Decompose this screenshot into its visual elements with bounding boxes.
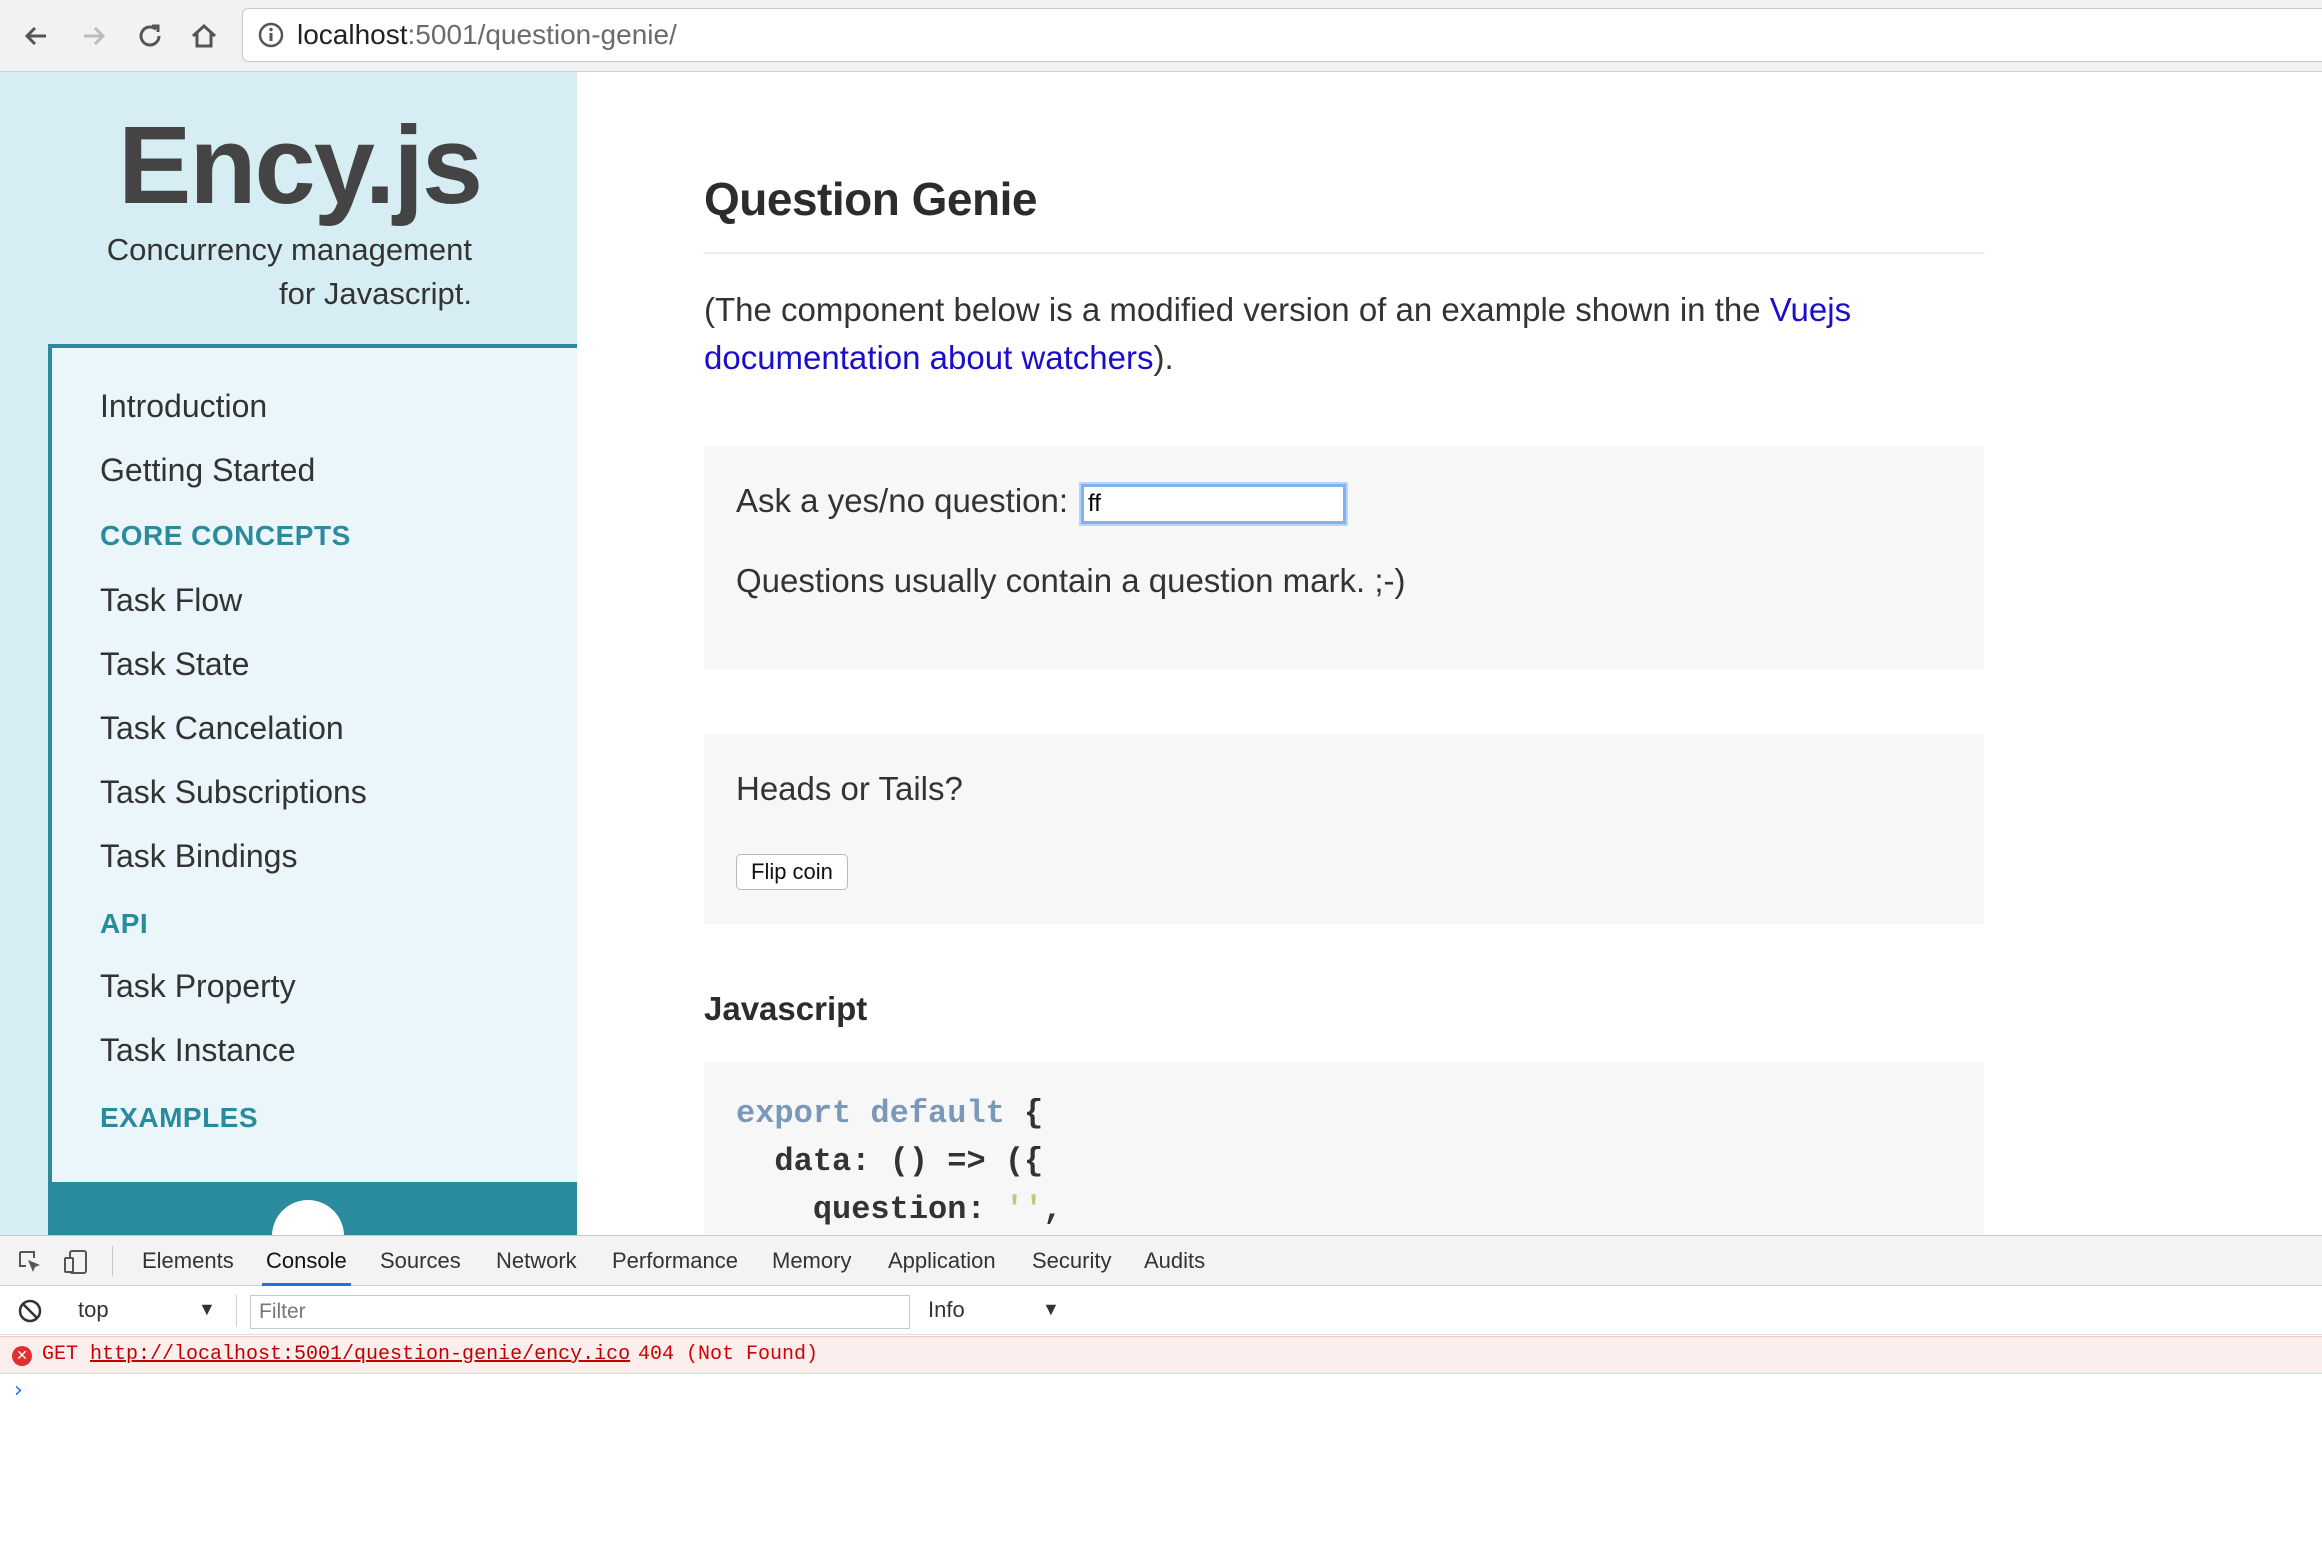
sidebar-item-introduction[interactable]: Introduction <box>100 388 267 425</box>
tab-console[interactable]: Console <box>262 1236 351 1286</box>
devtools-panel: Elements Console Sources Network Perform… <box>0 1235 2322 1548</box>
sidebar-section-examples: EXAMPLES <box>100 1102 259 1133</box>
context-dropdown-icon[interactable]: ▼ <box>198 1299 216 1320</box>
error-url-link[interactable]: http://localhost:5001/question-genie/enc… <box>90 1337 630 1373</box>
devtools-separator <box>112 1246 113 1276</box>
context-selector[interactable]: top <box>78 1297 109 1323</box>
sidebar-nav: Introduction Getting Started CORE CONCEP… <box>48 344 577 1235</box>
question-input[interactable] <box>1081 484 1346 524</box>
filter-separator <box>236 1295 237 1327</box>
brand-subtitle: Concurrency management for Javascript. <box>60 228 472 316</box>
tab-performance[interactable]: Performance <box>608 1236 742 1286</box>
question-answer: Questions usually contain a question mar… <box>736 562 1406 599</box>
sidebar-section-core-concepts: CORE CONCEPTS <box>100 520 351 551</box>
browser-toolbar: localhost:5001/question-genie/ <box>0 0 2322 72</box>
coin-label: Heads or Tails? <box>736 770 963 807</box>
sidebar-item-task-subscriptions[interactable]: Task Subscriptions <box>100 774 367 811</box>
tab-security[interactable]: Security <box>1028 1236 1115 1286</box>
error-status: 404 (Not Found) <box>638 1343 819 1366</box>
tab-memory[interactable]: Memory <box>768 1236 855 1286</box>
sidebar-item-task-instance[interactable]: Task Instance <box>100 1032 296 1069</box>
console-prompt[interactable]: › <box>14 1378 23 1403</box>
home-button[interactable] <box>182 14 226 58</box>
page-title: Question Genie <box>704 173 1037 225</box>
code-keyword: export default <box>736 1095 1005 1132</box>
code-line-3-pre: question: <box>736 1191 1005 1228</box>
github-icon[interactable] <box>272 1200 344 1235</box>
device-toolbar-icon[interactable] <box>62 1248 90 1276</box>
tab-sources[interactable]: Sources <box>376 1236 465 1286</box>
brand-subtitle-line2: for Javascript. <box>279 276 472 311</box>
reload-button[interactable] <box>128 14 172 58</box>
brand-subtitle-line1: Concurrency management <box>106 232 472 267</box>
home-icon <box>191 23 217 48</box>
sidebar-footer <box>50 1182 577 1235</box>
arrow-right-icon <box>84 26 106 46</box>
error-icon: ✕ <box>12 1346 32 1366</box>
forward-button[interactable] <box>72 14 116 58</box>
reload-icon <box>139 24 161 47</box>
tab-application[interactable]: Application <box>884 1236 1000 1286</box>
sidebar-item-task-property[interactable]: Task Property <box>100 968 296 1005</box>
code-line-2: data: () => ({ <box>736 1143 1044 1180</box>
log-level-selector[interactable]: Info <box>928 1297 965 1323</box>
code-line-1-rest: { <box>1004 1095 1044 1132</box>
brand-title[interactable]: Ency.js <box>118 102 483 229</box>
code-text: export default { data: () => ({ question… <box>736 1090 1062 1234</box>
question-label: Ask a yes/no question: <box>736 482 1069 519</box>
sidebar-item-task-bindings[interactable]: Task Bindings <box>100 838 297 875</box>
sidebar-item-task-flow[interactable]: Task Flow <box>100 582 242 619</box>
url-text: localhost:5001/question-genie/ <box>297 19 677 51</box>
sidebar-item-getting-started[interactable]: Getting Started <box>100 452 315 489</box>
log-level-dropdown-icon[interactable]: ▼ <box>1042 1299 1060 1320</box>
inspect-element-icon[interactable] <box>16 1248 44 1276</box>
console-filterbar: top ▼ Info ▼ <box>0 1287 2322 1335</box>
code-line-1: export default { <box>736 1090 1062 1138</box>
title-divider <box>704 252 1984 254</box>
url-host: localhost <box>297 19 408 50</box>
code-string: '' <box>1004 1191 1044 1228</box>
console-error-row: ✕ GET http://localhost:5001/question-gen… <box>0 1336 2322 1374</box>
clear-console-icon[interactable] <box>16 1297 44 1325</box>
tab-network[interactable]: Network <box>492 1236 581 1286</box>
error-method: GET <box>42 1343 79 1366</box>
coin-card: Heads or Tails? Flip coin <box>704 734 1984 924</box>
code-line-3-post: , <box>1043 1191 1063 1228</box>
tab-audits[interactable]: Audits <box>1140 1236 1209 1286</box>
info-icon[interactable] <box>257 21 285 49</box>
sidebar: Ency.js Concurrency management for Javas… <box>0 72 577 1235</box>
sidebar-item-task-state[interactable]: Task State <box>100 646 249 683</box>
code-block: export default { data: () => ({ question… <box>704 1062 1984 1235</box>
flip-coin-button[interactable]: Flip coin <box>736 854 848 890</box>
back-button[interactable] <box>14 14 58 58</box>
intro-after: ). <box>1153 339 1174 376</box>
intro-before: (The component below is a modified versi… <box>704 291 1770 328</box>
sidebar-section-api: API <box>100 908 149 939</box>
sidebar-item-task-cancelation[interactable]: Task Cancelation <box>100 710 344 747</box>
tab-elements[interactable]: Elements <box>138 1236 238 1286</box>
console-filter-input[interactable] <box>250 1295 910 1329</box>
javascript-heading: Javascript <box>704 990 868 1027</box>
arrow-left-icon <box>24 26 46 46</box>
code-line-3: question: '', <box>736 1186 1063 1234</box>
devtools-tabbar: Elements Console Sources Network Perform… <box>0 1236 2322 1286</box>
main-content: Question Genie (The component below is a… <box>577 72 2322 1235</box>
address-bar[interactable]: localhost:5001/question-genie/ <box>242 8 2322 62</box>
intro-text: (The component below is a modified versi… <box>704 286 1984 382</box>
url-path: :5001/question-genie/ <box>407 19 677 50</box>
question-card: Ask a yes/no question: Questions usually… <box>704 446 1984 669</box>
